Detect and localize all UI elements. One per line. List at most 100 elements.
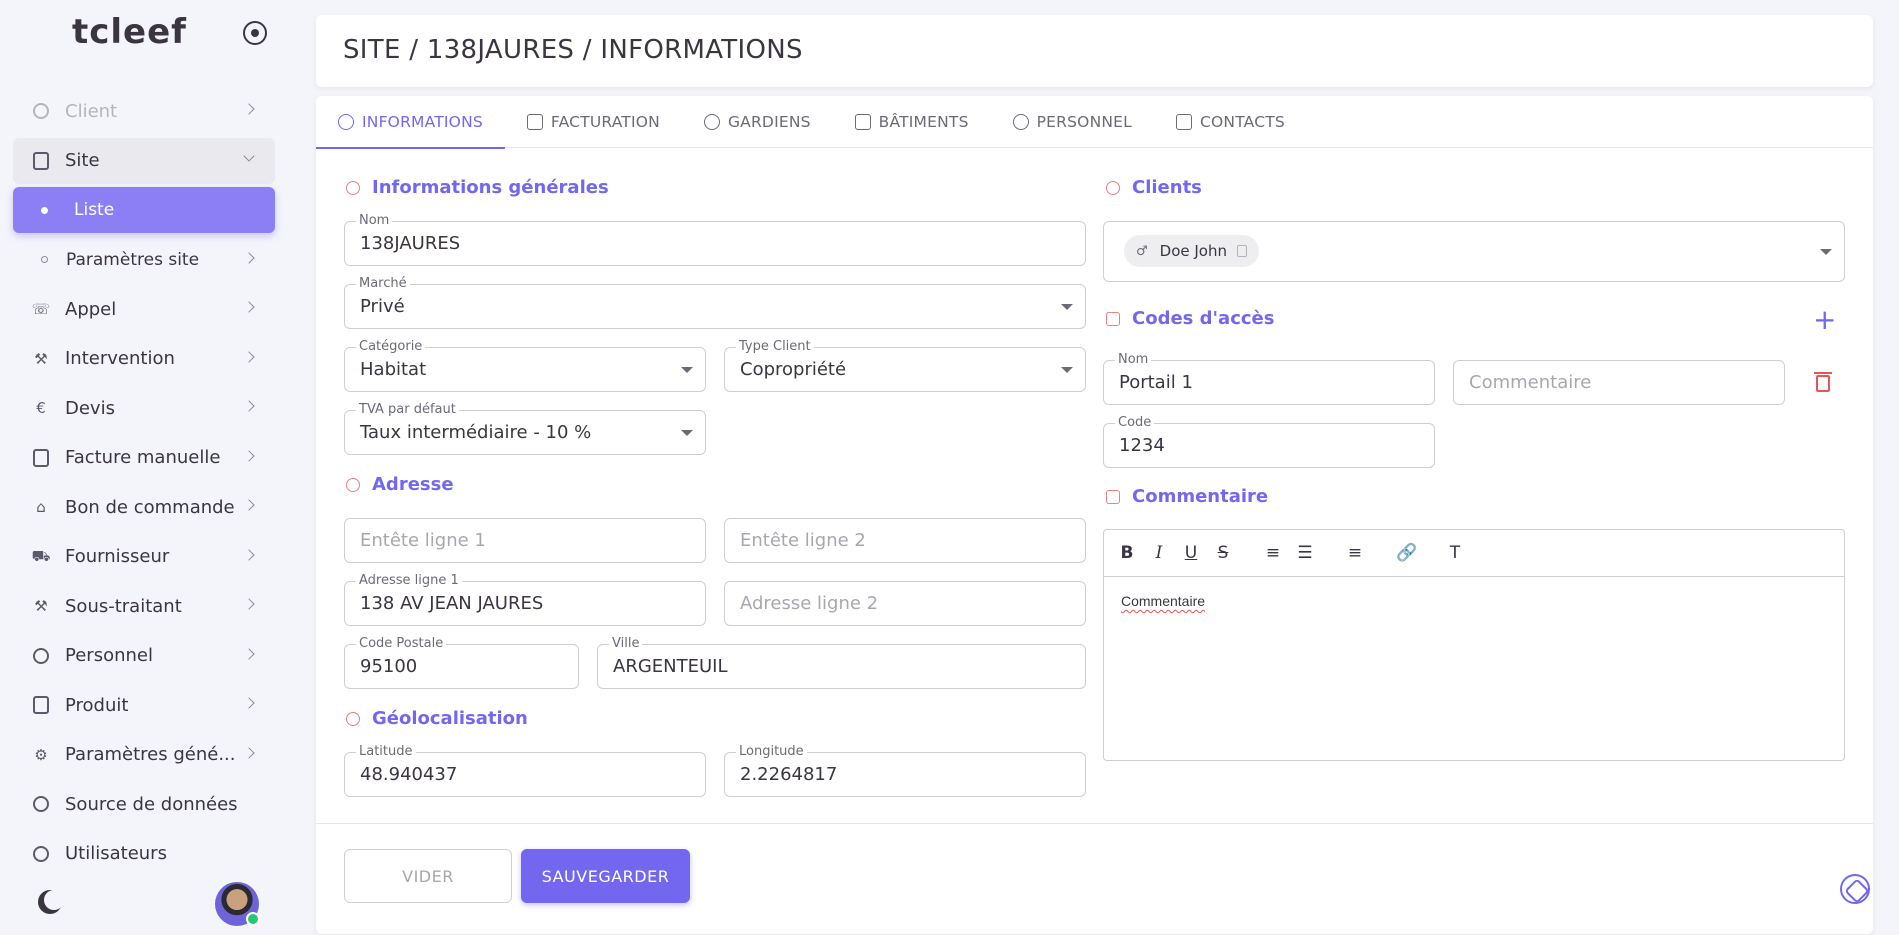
sidebar-item-label: Liste [74,200,114,220]
sidebar-item-sous-traitant[interactable]: ⚒ Sous-traitant [13,583,275,629]
ville-input[interactable]: Ville ARGENTEUIL [597,644,1086,689]
tab-label: FACTURATION [551,113,660,131]
sidebar-item-label: Client [65,101,117,122]
sidebar-item-parametres-generaux[interactable]: ⚙ Paramètres géné... [13,732,275,778]
sidebar-item-appel[interactable]: ☏ Appel [13,286,275,332]
clients-select[interactable]: ♂ Doe John [1103,221,1845,282]
trash-icon[interactable] [1237,245,1247,257]
clear-button[interactable]: VIDER [344,849,512,903]
map-pin-icon [346,712,360,726]
tab-gardiens[interactable]: GARDIENS [682,96,833,148]
longitude-input[interactable]: Longitude 2.2264817 [724,752,1086,797]
strike-button[interactable]: S [1214,543,1232,563]
field-label: Nom [1115,352,1151,368]
sidebar-item-parametres-site[interactable]: Paramètres site [13,237,275,283]
editor-content[interactable]: Commentaire [1104,577,1844,625]
tab-batiments[interactable]: BÂTIMENTS [833,96,991,148]
sidebar-item-bon-de-commande[interactable]: ⌂ Bon de commande [13,484,275,530]
truck-icon: ⛟ [31,547,51,567]
type-client-select[interactable]: Type Client Copropriété [724,347,1086,392]
tab-personnel[interactable]: PERSONNEL [991,96,1154,148]
code-commentaire-input[interactable]: Commentaire [1453,360,1785,405]
field-value: 138JAURES [360,233,460,254]
field-value: ARGENTEUIL [613,656,728,677]
tab-label: GARDIENS [728,113,811,131]
field-value: 95100 [360,656,417,677]
bold-button[interactable]: B [1118,543,1136,563]
field-label: TVA par défaut [356,402,459,418]
ordered-list-button[interactable]: ≡ [1264,543,1282,563]
client-chip[interactable]: ♂ Doe John [1124,235,1259,267]
section-title-text: Adresse [372,474,454,495]
info-icon [346,181,360,195]
user-icon [704,114,720,130]
assistant-icon[interactable] [1840,874,1870,904]
adresse-ligne-1-input[interactable]: Adresse ligne 1 138 AV JEAN JAURES [344,581,706,626]
underline-button[interactable]: U [1182,543,1200,563]
italic-button[interactable]: I [1150,543,1168,563]
sidebar-item-client[interactable]: Client [13,88,275,134]
users-icon [1013,114,1029,130]
sidebar-item-utilisateurs[interactable]: Utilisateurs [13,831,275,877]
save-button[interactable]: SAUVEGARDER [521,849,690,903]
sidebar-item-label: Personnel [65,645,153,666]
field-value: 138 AV JEAN JAURES [360,593,543,614]
comment-editor[interactable]: B I U S ≡ ☰ ≡ 🔗 T Commentaire [1103,529,1845,761]
sidebar-item-label: Devis [65,398,115,419]
clear-format-button[interactable]: T [1446,543,1464,563]
sidebar-collapse-button[interactable] [243,21,267,45]
user-icon [31,844,51,864]
link-button[interactable]: 🔗 [1396,543,1414,563]
tools-icon: ⚒ [31,349,51,369]
caret-down-icon [681,367,693,373]
adresse-ligne-2-input[interactable]: Adresse ligne 2 [724,581,1086,626]
page-header: SITE / 138JAURES / INFORMATIONS [316,15,1873,87]
bullet-list-button[interactable]: ☰ [1296,543,1314,563]
sidebar-item-produit[interactable]: Produit [13,682,275,728]
nom-field[interactable]: Nom 138JAURES [344,221,1086,266]
circle-icon [41,256,48,263]
code-value-input[interactable]: Code 1234 [1103,423,1435,468]
entete-ligne-2-input[interactable]: Entête ligne 2 [724,518,1086,563]
code-nom-input[interactable]: Nom Portail 1 [1103,360,1435,405]
sidebar-item-label: Site [65,150,100,171]
app-logo[interactable]: tcleef [72,12,187,52]
latitude-input[interactable]: Latitude 48.940437 [344,752,706,797]
tab-label: PERSONNEL [1037,113,1132,131]
page-title: SITE / 138JAURES / INFORMATIONS [343,35,803,65]
sidebar: tcleef Client Site Liste Paramètres site… [0,0,290,935]
settings-icon: ⚙ [31,745,51,765]
section-title-text: Géolocalisation [372,708,528,729]
entete-ligne-1-input[interactable]: Entête ligne 1 [344,518,706,563]
field-value: Copropriété [740,359,846,380]
sidebar-item-source-de-donnees[interactable]: Source de données [13,781,275,827]
tab-facturation[interactable]: FACTURATION [505,96,682,148]
info-icon [338,114,354,130]
sidebar-item-devis[interactable]: € Devis [13,385,275,431]
section-title-adresse: Adresse [346,474,454,495]
tab-contacts[interactable]: CONTACTS [1154,96,1307,148]
sidebar-item-fournisseur[interactable]: ⛟ Fournisseur [13,534,275,580]
code-postal-input[interactable]: Code Postale 95100 [344,644,579,689]
tab-informations[interactable]: INFORMATIONS [316,96,505,148]
sidebar-item-site[interactable]: Site [13,138,275,184]
user-star-icon [1106,181,1120,195]
sidebar-item-personnel[interactable]: Personnel [13,633,275,679]
marche-select[interactable]: Marché Privé [344,284,1086,329]
categorie-select[interactable]: Catégorie Habitat [344,347,706,392]
align-button[interactable]: ≡ [1346,543,1364,563]
sidebar-item-intervention[interactable]: ⚒ Intervention [13,336,275,382]
tva-select[interactable]: TVA par défaut Taux intermédiaire - 10 % [344,410,706,455]
chevron-down-icon [243,150,254,161]
chevron-right-icon [243,697,254,708]
delete-code-button[interactable] [1816,375,1830,392]
caret-down-icon [681,430,693,436]
divider [316,823,1873,824]
sidebar-item-facture-manuelle[interactable]: Facture manuelle [13,435,275,481]
chevron-right-icon [243,747,254,758]
add-code-button[interactable]: + [1813,306,1836,334]
avatar[interactable] [215,882,259,926]
sidebar-item-liste[interactable]: Liste [13,187,275,233]
field-placeholder: Commentaire [1469,372,1591,393]
database-icon [31,794,51,814]
